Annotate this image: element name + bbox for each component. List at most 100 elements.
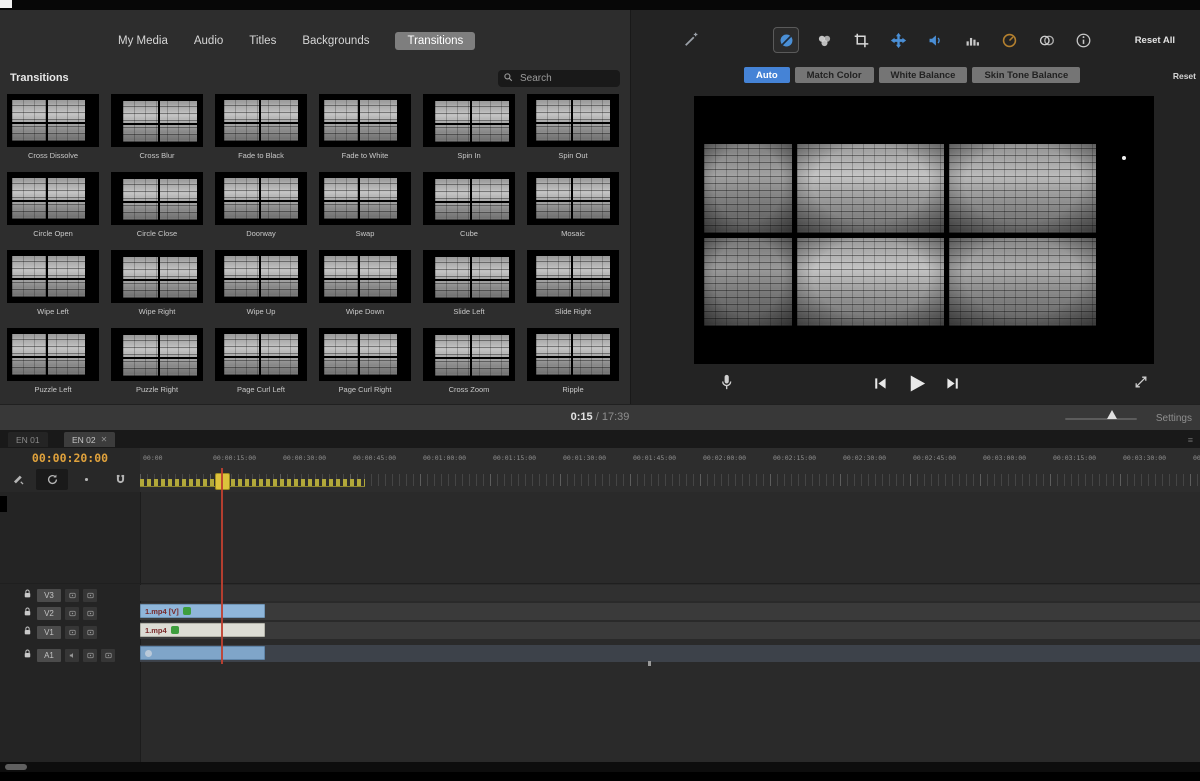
transition-thumbnail [423,94,515,147]
effects-button[interactable] [1034,28,1058,52]
transition-thumbnail [527,250,619,303]
lock-toggle[interactable] [22,604,33,622]
transition-item[interactable]: Circle Open [5,172,101,238]
thumbnail-preview [123,101,197,142]
media-tab-titles[interactable]: Titles [249,35,276,47]
transition-item[interactable]: Swap [317,172,413,238]
scrollbar-handle[interactable] [5,764,27,770]
timeline-clip[interactable]: 1.mp4 [V] [140,604,265,618]
skip-forward-button[interactable] [944,375,961,397]
transition-item[interactable]: Wipe Left [5,250,101,316]
marker-tool-button[interactable] [70,469,102,490]
transition-item[interactable]: Page Curl Right [317,328,413,394]
transition-item[interactable]: Spin Out [525,94,621,160]
media-tab-audio[interactable]: Audio [194,35,223,47]
crop-button[interactable] [849,28,873,52]
transition-item[interactable]: Page Curl Left [213,328,309,394]
color-balance-button[interactable] [773,27,799,53]
segment-skin-tone-balance[interactable]: Skin Tone Balance [972,67,1080,83]
lock-toggle[interactable] [22,623,33,641]
lock-toggle[interactable] [22,586,33,604]
transition-item[interactable]: Slide Right [525,250,621,316]
transition-item[interactable]: Wipe Down [317,250,413,316]
magnet-icon [114,473,127,486]
media-tab-my-media[interactable]: My Media [118,35,168,47]
transition-thumbnail [7,172,99,225]
ruler-label: 00:00:45:00 [353,454,396,462]
track-name[interactable]: V3 [37,589,61,602]
transition-item[interactable]: Wipe Up [213,250,309,316]
media-tab-transitions[interactable]: Transitions [395,32,475,50]
sequence-tab-2[interactable]: EN 02 ✕ [64,432,115,447]
track-toggle[interactable] [65,589,79,602]
search-input[interactable] [518,72,606,85]
speed-button[interactable] [997,28,1021,52]
track-toggle[interactable] [83,589,97,602]
timeline-ruler[interactable]: 00:0000:00:15:0000:00:30:0000:00:45:0000… [140,448,1200,493]
color-correction-icon [816,32,833,49]
track-name[interactable]: V2 [37,607,61,620]
segment-match-color[interactable]: Match Color [795,67,874,83]
horizontal-scrollbar[interactable] [0,762,1200,772]
fullscreen-button[interactable] [1133,374,1149,395]
skip-back-button[interactable] [872,375,889,397]
transition-item[interactable]: Doorway [213,172,309,238]
track-name[interactable]: A1 [37,649,61,662]
track-toggle[interactable] [65,607,79,620]
playhead-line[interactable] [221,468,223,664]
lock-toggle[interactable] [22,646,33,664]
transition-item[interactable]: Slide Left [421,250,517,316]
segment-white-balance[interactable]: White Balance [879,67,968,83]
track-toggle[interactable] [83,626,97,639]
transition-item[interactable]: Cross Dissolve [5,94,101,160]
volume-button[interactable] [923,28,947,52]
transition-item[interactable]: Puzzle Right [109,328,205,394]
enhance-wand-button[interactable] [683,30,701,53]
razor-tool-button[interactable] [2,469,34,490]
timeline-tab-strip: EN 01 EN 02 ✕ ≡ [0,430,1200,448]
track-toggle[interactable] [83,607,97,620]
search-field[interactable] [498,70,620,87]
timeline-clip[interactable]: 1.mp4 [140,623,265,637]
thumbnail-preview [123,257,197,298]
zoom-slider-thumb[interactable] [1107,410,1117,419]
transition-item[interactable]: Cube [421,172,517,238]
track-toggle[interactable] [65,626,79,639]
track-toggle[interactable] [83,649,97,662]
track-header-v2: V2 [22,604,97,622]
transition-item[interactable]: Cross Blur [109,94,205,160]
close-icon[interactable]: ✕ [101,435,108,444]
timeline-menu-icon[interactable]: ≡ [1188,435,1194,445]
segment-auto[interactable]: Auto [744,67,790,83]
media-tab-backgrounds[interactable]: Backgrounds [302,35,369,47]
track-toggle[interactable] [101,649,115,662]
transition-item[interactable]: Ripple [525,328,621,394]
transition-item[interactable]: Cross Zoom [421,328,517,394]
track-name[interactable]: V1 [37,626,61,639]
transition-thumbnail [215,172,307,225]
reset-button[interactable]: Reset [1173,71,1196,81]
mute-toggle[interactable] [65,649,79,662]
transition-item[interactable]: Spin In [421,94,517,160]
info-button[interactable] [1071,28,1095,52]
sequence-tab-1[interactable]: EN 01 [8,432,48,447]
history-tool-button[interactable] [36,469,68,490]
video-viewer [694,96,1154,364]
color-correction-button[interactable] [812,28,836,52]
noise-reduction-button[interactable] [960,28,984,52]
transition-item[interactable]: Fade to Black [213,94,309,160]
thumbnail-preview [435,101,509,142]
settings-button[interactable]: Settings [1156,413,1192,424]
stabilization-button[interactable] [886,28,910,52]
timeline-zoom-slider[interactable] [1065,418,1137,420]
transition-item[interactable]: Fade to White [317,94,413,160]
transition-item[interactable]: Wipe Right [109,250,205,316]
timeline-clip[interactable] [140,646,265,660]
transition-label: Puzzle Right [136,385,178,394]
reset-all-button[interactable]: Reset All [1135,35,1175,46]
play-button[interactable] [905,372,928,400]
transition-item[interactable]: Mosaic [525,172,621,238]
transition-item[interactable]: Circle Close [109,172,205,238]
transition-item[interactable]: Puzzle Left [5,328,101,394]
magnet-tool-button[interactable] [104,469,136,490]
